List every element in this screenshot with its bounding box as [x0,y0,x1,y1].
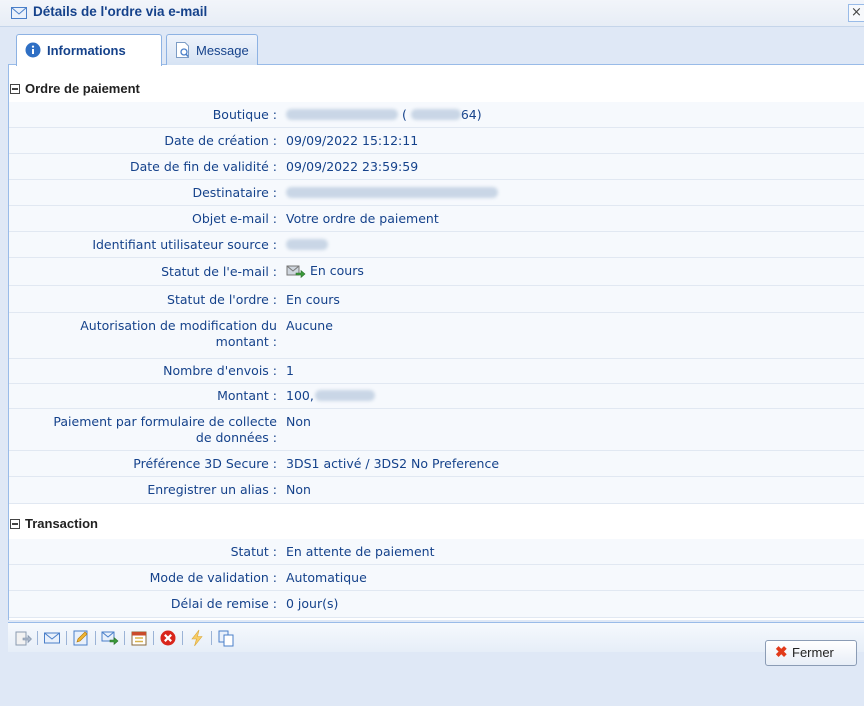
field-value: ( 64) [286,107,482,123]
field-value: En cours [286,292,340,307]
field-label: Mode de validation : [149,570,277,585]
row-montant: Montant : 100, [9,384,864,409]
email-icon[interactable] [43,629,61,647]
toolbar-separator [95,631,96,645]
row-formulaire: Paiement par formulaire de collecte de d… [9,409,864,451]
row-statut-transaction: Statut : En attente de paiement [9,539,864,565]
field-value: 09/09/2022 15:12:11 [286,133,419,148]
order-details-dialog: Détails de l'ordre via e-mail × Informat… [0,0,864,706]
duplicate-icon[interactable] [217,629,235,647]
row-mode-validation: Mode de validation : Automatique [9,565,864,591]
dialog-titlebar: Détails de l'ordre via e-mail × [0,0,864,27]
field-value: 0 jour(s) [286,596,339,611]
tab-label: Message [196,43,249,58]
field-label: Boutique : [212,107,277,122]
field-value: En attente de paiement [286,544,435,559]
field-value: En cours [286,263,364,279]
envelope-icon [11,7,27,19]
row-date-fin: Date de fin de validité : 09/09/2022 23:… [9,154,864,180]
redacted-value [314,390,375,401]
calendar-icon[interactable] [130,629,148,647]
close-icon[interactable]: × [848,4,864,22]
tab-message[interactable]: Message [166,34,258,65]
dialog-title: Détails de l'ordre via e-mail [33,4,208,19]
section-header-transaction[interactable]: Transaction [9,511,864,535]
field-value: Aucune [286,318,333,333]
field-label: Statut de l'ordre : [167,292,277,307]
row-statut-ordre: Statut de l'ordre : En cours [9,286,864,313]
field-label: Paiement par formulaire de collecte de d… [53,414,277,445]
row-alias: Enregistrer un alias : Non [9,477,864,504]
field-label: Statut : [230,544,277,559]
field-value: 3DS1 activé / 3DS2 No Preference [286,456,500,471]
close-button[interactable]: ✖ Fermer [765,640,857,666]
tab-informations[interactable]: Informations [16,34,162,66]
field-value: Votre ordre de paiement [286,211,439,226]
row-preference-3ds: Préférence 3D Secure : 3DS1 activé / 3DS… [9,451,864,477]
field-label: Préférence 3D Secure : [133,456,277,471]
field-value [286,185,498,201]
toolbar-separator [153,631,154,645]
field-label: Statut de l'e-mail : [161,264,277,279]
tab-content-panel: Ordre de paiement Boutique : ( 64) Date … [8,65,864,620]
collapse-icon[interactable] [10,519,20,529]
field-label: Date de création : [164,133,277,148]
field-label: Montant : [217,388,277,403]
field-value: 100, [286,388,375,404]
row-destinataire: Destinataire : [9,180,864,206]
field-value [286,237,328,253]
redacted-value [286,239,328,250]
section-title: Ordre de paiement [25,81,140,96]
field-value: Automatique [286,570,367,585]
edit-icon[interactable] [72,629,90,647]
field-label: Date de fin de validité : [129,159,277,174]
field-value: 1 [286,363,294,378]
field-value: Non [286,414,311,429]
field-label: Délai de remise : [170,596,277,611]
field-value: Non [286,482,311,497]
tab-strip: Informations Message [8,32,864,66]
resend-email-icon[interactable] [101,629,119,647]
field-label: Objet e-mail : [192,211,277,226]
field-value: 09/09/2022 23:59:59 [286,159,419,174]
toolbar-separator [124,631,125,645]
tab-label: Informations [47,43,126,58]
toolbar-separator [66,631,67,645]
field-label: Enregistrer un alias : [147,482,277,497]
close-x-icon: ✖ [775,644,788,661]
dialog-footer [0,652,864,706]
toolbar-separator [211,631,212,645]
row-identifiant: Identifiant utilisateur source : [9,232,864,258]
field-label: Nombre d'envois : [163,363,277,378]
lightning-icon[interactable] [188,629,206,647]
redacted-value [410,109,461,120]
info-icon [25,42,41,58]
collapse-icon[interactable] [10,84,20,94]
export-icon[interactable] [14,629,32,647]
field-label: Identifiant utilisateur source : [92,237,277,252]
row-statut-email: Statut de l'e-mail : En cours [9,258,864,286]
redacted-value [286,187,498,198]
email-sending-icon [286,265,306,279]
row-delai-remise: Délai de remise : 0 jour(s) [9,591,864,618]
section-title: Transaction [25,516,98,531]
field-label: Destinataire : [192,185,277,200]
row-nombre-envois: Nombre d'envois : 1 [9,359,864,384]
row-objet: Objet e-mail : Votre ordre de paiement [9,206,864,232]
field-label: Autorisation de modification du montant … [80,318,277,349]
redacted-value [286,109,398,120]
action-toolbar [8,622,864,652]
section-header-order[interactable]: Ordre de paiement [9,76,864,100]
row-boutique: Boutique : ( 64) [9,102,864,128]
document-icon [176,42,189,58]
cancel-icon[interactable] [159,629,177,647]
toolbar-separator [182,631,183,645]
toolbar-separator [37,631,38,645]
row-date-creation: Date de création : 09/09/2022 15:12:11 [9,128,864,154]
row-autorisation: Autorisation de modification du montant … [9,313,864,359]
